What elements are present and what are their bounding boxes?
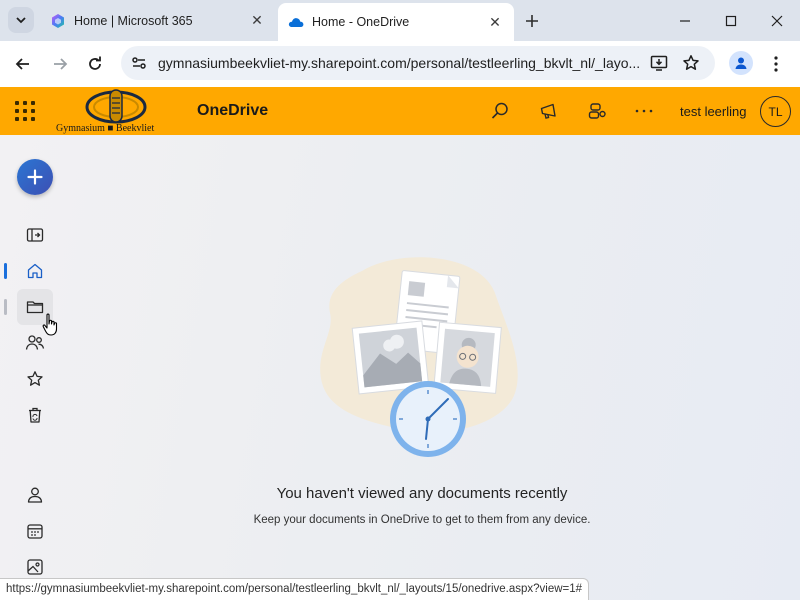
star-icon xyxy=(27,371,43,386)
logo-wordmark: Gymnasium ■ Beekvliet xyxy=(56,123,155,134)
bookmark-star-icon[interactable] xyxy=(681,53,701,73)
rail-favorites[interactable] xyxy=(17,361,53,397)
profile-button[interactable] xyxy=(729,51,753,75)
reload-button[interactable] xyxy=(81,50,109,78)
tab-search-button[interactable] xyxy=(8,7,34,33)
panel-toggle-icon xyxy=(26,228,44,242)
avatar[interactable]: TL xyxy=(760,96,791,127)
empty-state-illustration xyxy=(310,253,530,468)
close-icon xyxy=(771,15,783,26)
person-icon xyxy=(27,487,43,503)
site-info-icon[interactable] xyxy=(129,53,149,73)
browser-toolbar: gymnasiumbeekvliet-my.sharepoint.com/per… xyxy=(0,41,800,87)
selected-indicator xyxy=(4,263,7,279)
calendar-icon xyxy=(27,524,43,539)
more-vertical-icon xyxy=(774,56,778,72)
close-tab-icon[interactable]: ✕ xyxy=(486,13,504,31)
plus-icon xyxy=(27,169,43,185)
rail-home[interactable] xyxy=(17,253,53,289)
reload-icon xyxy=(89,56,101,70)
onedrive-cloud-icon xyxy=(288,14,304,30)
onedrive-header: Gymnasium ■ Beekvliet OneDrive test leer… xyxy=(0,87,800,135)
app-launcher-icon[interactable] xyxy=(15,101,35,121)
close-window-button[interactable] xyxy=(754,0,800,41)
home-icon xyxy=(27,263,43,279)
rail-meetings[interactable] xyxy=(17,513,53,549)
search-icon[interactable] xyxy=(488,99,512,123)
app-title[interactable]: OneDrive xyxy=(197,102,268,120)
empty-state-subtitle: Keep your documents in OneDrive to get t… xyxy=(253,514,591,526)
rail-recycle-bin[interactable] xyxy=(17,397,53,433)
more-horizontal-icon[interactable] xyxy=(632,99,656,123)
megaphone-icon[interactable] xyxy=(537,99,561,123)
maximize-icon xyxy=(725,15,737,26)
arrow-right-icon xyxy=(54,58,68,70)
url-text: gymnasiumbeekvliet-my.sharepoint.com/per… xyxy=(158,55,641,71)
tab-microsoft-365[interactable]: Home | Microsoft 365 ✕ xyxy=(40,4,276,37)
image-icon xyxy=(27,559,43,575)
user-name[interactable]: test leerling xyxy=(680,104,746,119)
tab-title: Home | Microsoft 365 xyxy=(74,13,193,28)
link-status-bar: https://gymnasiumbeekvliet-my.sharepoint… xyxy=(0,578,590,600)
rail-people[interactable] xyxy=(17,477,53,513)
hand-pointer-cursor-icon xyxy=(42,313,58,336)
empty-state-title: You haven't viewed any documents recentl… xyxy=(276,485,568,502)
install-app-icon[interactable] xyxy=(649,53,669,73)
school-logo[interactable]: Gymnasium ■ Beekvliet xyxy=(54,88,168,134)
plus-icon xyxy=(526,15,538,27)
back-button[interactable] xyxy=(9,50,37,78)
tab-onedrive[interactable]: Home - OneDrive ✕ xyxy=(278,3,514,41)
address-bar[interactable]: gymnasiumbeekvliet-my.sharepoint.com/per… xyxy=(121,46,715,80)
recycle-bin-icon xyxy=(29,407,41,423)
forward-button[interactable] xyxy=(46,50,74,78)
arrow-left-icon xyxy=(15,58,29,70)
minimize-button[interactable] xyxy=(662,0,708,41)
create-new-button[interactable] xyxy=(17,159,53,195)
new-tab-button[interactable] xyxy=(520,9,544,33)
person-icon xyxy=(735,57,747,69)
close-tab-icon[interactable]: ✕ xyxy=(248,12,266,30)
tab-title: Home - OneDrive xyxy=(312,15,410,29)
hover-indicator xyxy=(4,299,7,315)
main-content: You haven't viewed any documents recentl… xyxy=(0,135,800,600)
microsoft365-icon xyxy=(50,13,66,29)
chevron-down-icon xyxy=(16,17,26,24)
minimize-icon xyxy=(680,19,690,22)
rail-view-toggle[interactable] xyxy=(17,217,53,253)
people-settings-icon[interactable] xyxy=(585,99,609,123)
maximize-button[interactable] xyxy=(708,0,754,41)
browser-tab-strip: Home | Microsoft 365 ✕ Home - OneDrive ✕ xyxy=(0,0,800,41)
browser-menu-button[interactable] xyxy=(766,53,786,75)
